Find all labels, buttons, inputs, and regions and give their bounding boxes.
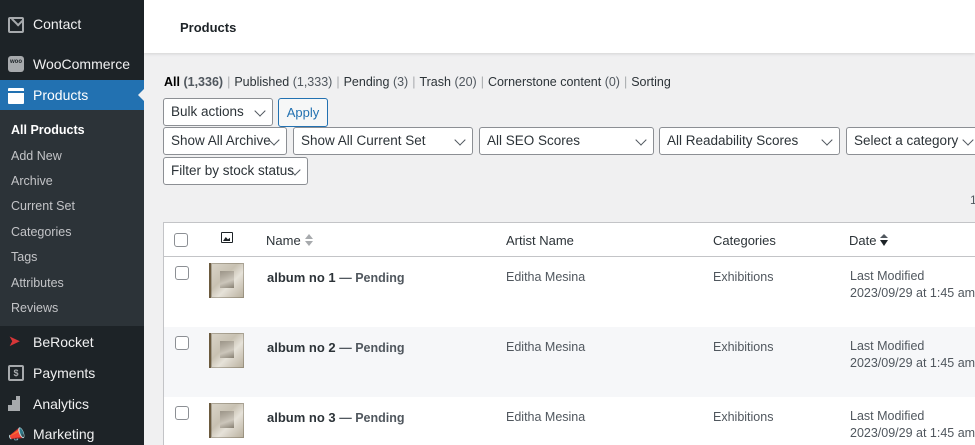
product-name-link[interactable]: album no 3 — Pending [267,410,405,425]
select-all-checkbox[interactable] [174,233,188,247]
stock-status-filter-select[interactable]: Filter by stock status [163,157,308,185]
submenu-all-products[interactable]: All Products [11,123,85,137]
status-link-cornerstone[interactable]: Cornerstone content (0) [488,75,620,89]
menu-label: BeRocket [33,334,94,350]
status-link-pending[interactable]: Pending (3) [344,75,409,89]
mail-icon [8,17,24,33]
column-header-date[interactable]: Date [849,233,889,248]
woocommerce-icon: woo [8,56,24,72]
menu-label: WooCommerce [33,56,130,72]
product-thumbnail[interactable] [209,263,244,298]
current-set-filter-select[interactable]: Show All Current Set [293,127,473,155]
chevron-down-icon [821,134,833,146]
row-checkbox[interactable] [175,336,189,350]
submenu-reviews[interactable]: Reviews [11,301,58,315]
products-icon [8,87,24,104]
submenu-attributes[interactable]: Attributes [11,276,64,290]
menu-item-analytics[interactable]: Analytics [0,389,144,419]
submenu-current-set[interactable]: Current Set [11,199,75,213]
status-link-sorting[interactable]: Sorting [631,75,671,89]
chevron-down-icon [254,105,266,117]
column-header-artist: Artist Name [506,233,574,248]
seo-score-filter-select[interactable]: All SEO Scores [479,127,654,155]
menu-label: Payments [33,365,96,381]
category-link[interactable]: Exhibitions [713,410,773,424]
date-cell: Last Modified 2023/09/29 at 1:45 am [850,269,975,300]
status-filter-links: All (1,336) | Published (1,333) | Pending (3… [164,75,671,89]
submenu-add-new[interactable]: Add New [11,149,62,163]
submenu-categories[interactable]: Categories [11,225,71,239]
items-count: 1 [970,193,975,207]
category-link[interactable]: Exhibitions [713,270,773,284]
archive-filter-select[interactable]: Show All Archive [163,127,287,155]
menu-item-contact[interactable]: Contact [0,9,144,39]
row-checkbox[interactable] [175,266,189,280]
bulk-actions-select[interactable]: Bulk actions [163,98,273,126]
page-title: Products [180,20,237,35]
table-row: album no 1 — Pending Editha Mesina Exhib… [164,257,975,327]
table-row: album no 2 — Pending Editha Mesina Exhib… [164,327,975,397]
products-submenu: All Products Add New Archive Current Set… [0,110,144,326]
menu-label: Contact [33,16,82,32]
table-header: Name Artist Name Categories Date [164,223,975,257]
page-header: Products [144,0,975,53]
status-link-published[interactable]: Published (1,333) [234,75,332,89]
product-name-link[interactable]: album no 2 — Pending [267,340,405,355]
product-thumbnail[interactable] [209,403,244,438]
category-filter-select[interactable]: Select a category [846,127,975,155]
admin-sidebar: Contact woo WooCommerce Products All Pro… [0,0,144,445]
date-cell: Last Modified 2023/09/29 at 1:45 am [850,409,975,440]
date-cell: Last Modified 2023/09/29 at 1:45 am [850,339,975,370]
row-checkbox[interactable] [175,406,189,420]
menu-item-woocommerce[interactable]: woo WooCommerce [0,49,144,79]
column-header-categories: Categories [713,233,776,248]
menu-item-marketing[interactable]: 📣 Marketing [0,419,144,445]
submenu-tags[interactable]: Tags [11,250,37,264]
sort-desc-icon [880,234,889,246]
payments-icon: $ [8,365,24,381]
status-link-trash[interactable]: Trash (20) [419,75,476,89]
sort-icon [304,234,313,246]
image-icon [221,232,233,243]
analytics-icon [8,396,24,412]
menu-label: Analytics [33,396,90,412]
menu-label: Products [33,87,89,103]
chevron-down-icon [635,134,647,146]
menu-item-products[interactable]: Products [0,80,144,110]
status-link-all[interactable]: All (1,336) [164,75,223,89]
megaphone-icon: 📣 [8,426,26,442]
menu-item-berocket[interactable]: ➤ BeRocket [0,327,144,357]
rocket-icon: ➤ [8,333,21,350]
apply-button[interactable]: Apply [278,98,328,127]
submenu-archive[interactable]: Archive [11,174,53,188]
readability-filter-select[interactable]: All Readability Scores [659,127,840,155]
chevron-down-icon [454,134,466,146]
column-header-name[interactable]: Name [266,233,313,248]
products-table: Name Artist Name Categories Date album n… [163,222,975,445]
artist-name: Editha Mesina [506,410,586,424]
menu-item-payments[interactable]: $ Payments [0,358,144,388]
chevron-down-icon [962,134,974,146]
artist-name: Editha Mesina [506,270,586,284]
category-link[interactable]: Exhibitions [713,340,773,354]
table-row: album no 3 — Pending Editha Mesina Exhib… [164,397,975,445]
artist-name: Editha Mesina [506,340,586,354]
product-thumbnail[interactable] [209,333,244,368]
product-name-link[interactable]: album no 1 — Pending [267,270,405,285]
menu-label: Marketing [33,426,95,442]
